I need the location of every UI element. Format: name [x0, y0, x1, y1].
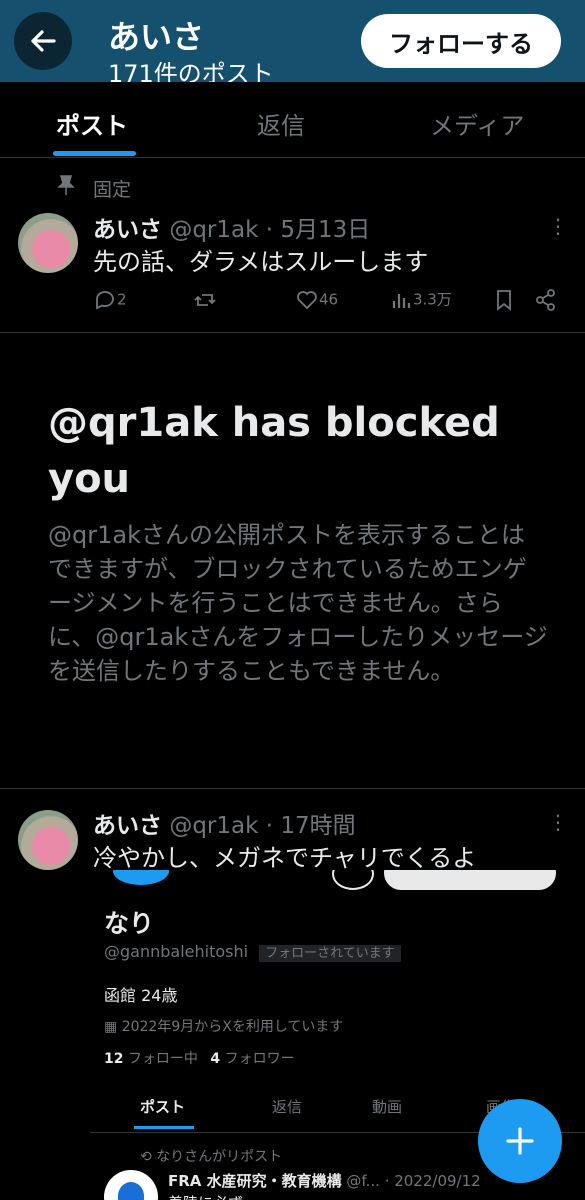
author-handle[interactable]: @qr1ak — [169, 217, 258, 243]
calendar-icon: ▦ — [104, 1019, 118, 1035]
tab-media[interactable]: メディア — [430, 106, 524, 141]
embedded-tab-videos: 動画 — [372, 1098, 403, 1116]
embedded-bio: 函館 24歳 — [104, 986, 178, 1005]
tab-posts[interactable]: ポスト — [56, 106, 128, 141]
embedded-handle: @gannbalehitoshi — [104, 942, 249, 961]
author-handle[interactable]: @qr1ak — [169, 813, 258, 839]
embedded-repost-meta: FRA 水産研究・教育機構 @f... · 2022/09/12 — [168, 1172, 481, 1190]
heart-icon — [297, 291, 317, 310]
divider — [0, 332, 585, 333]
repost-icon: ⟲ — [140, 1149, 152, 1165]
post-meta: あいさ @qr1ak · 5月13日 — [93, 210, 370, 244]
embedded-handle-row: @gannbalehitoshi フォローされています — [104, 942, 401, 962]
cropped-icon — [332, 870, 374, 890]
post-count: 171件のポスト — [108, 60, 274, 82]
avatar[interactable] — [18, 213, 78, 273]
more-options-icon[interactable]: ⋮ — [548, 810, 568, 834]
follow-button[interactable]: フォローする — [361, 14, 561, 68]
reply-icon — [96, 291, 114, 310]
compose-button[interactable] — [478, 1099, 562, 1183]
embedded-tab-posts: ポスト — [140, 1098, 186, 1116]
divider — [0, 788, 585, 789]
follows-you-badge: フォローされています — [259, 945, 401, 962]
embedded-repost-text: 着陸に必ず… — [168, 1192, 258, 1200]
embedded-name: なり — [104, 909, 155, 938]
views-button[interactable]: 3.3万 — [391, 288, 452, 312]
profile-name: あいさ — [108, 18, 205, 56]
avatar[interactable] — [18, 810, 78, 870]
author-name[interactable]: あいさ — [93, 813, 162, 839]
reply-button[interactable]: 2 — [93, 288, 127, 312]
share-icon — [536, 289, 555, 311]
bookmark-button[interactable] — [493, 288, 515, 316]
profile-header: あいさ 171件のポスト フォローする — [0, 0, 585, 82]
profile-tabs: ポスト 返信 メディア — [0, 82, 585, 158]
blocked-message: @qr1akさんの公開ポストを表示することはできますが、ブロックされているためエ… — [48, 521, 548, 685]
active-tab-indicator — [53, 151, 136, 156]
post-date[interactable]: 5月13日 — [280, 217, 370, 243]
back-button[interactable] — [14, 12, 72, 70]
pinned-label: 固定 — [93, 179, 132, 201]
embedded-follow-stats: 12 フォロー中 4 フォロワー — [104, 1051, 295, 1067]
share-button[interactable] — [535, 288, 557, 316]
blocked-title: @qr1ak has blocked you — [48, 400, 500, 502]
arrow-left-icon — [31, 30, 56, 52]
separator: · — [265, 813, 274, 839]
embedded-avatar — [104, 1170, 158, 1200]
like-button[interactable]: 46 — [295, 288, 338, 312]
bookmark-icon — [497, 290, 511, 311]
cropped-avatar — [110, 870, 172, 888]
plus-icon — [506, 1127, 534, 1155]
post-time[interactable]: 17時間 — [280, 813, 355, 839]
repost-button[interactable] — [193, 288, 217, 316]
post-meta: あいさ @qr1ak · 17時間 — [93, 806, 356, 840]
pin-icon — [57, 175, 75, 195]
more-options-icon[interactable]: ⋮ — [548, 214, 568, 238]
post-actions: 2 46 3.3万 — [93, 288, 563, 314]
tab-replies[interactable]: 返信 — [257, 106, 305, 141]
separator: · — [265, 217, 274, 243]
cropped-button — [384, 870, 556, 890]
post-text: 冷やかし、メガネでチャリでくるよ — [93, 844, 477, 872]
repost-icon — [194, 294, 216, 306]
views-icon — [392, 294, 411, 308]
author-name[interactable]: あいさ — [93, 217, 162, 243]
embedded-joined: ▦ 2022年9月からXを利用しています — [104, 1019, 344, 1035]
embedded-tab-indicator — [134, 1126, 194, 1129]
post-text: 先の話、ダラメはスルーします — [93, 248, 429, 276]
embedded-tab-replies: 返信 — [272, 1098, 303, 1116]
embedded-repost-label: ⟲ なりさんがリポスト — [140, 1149, 283, 1165]
